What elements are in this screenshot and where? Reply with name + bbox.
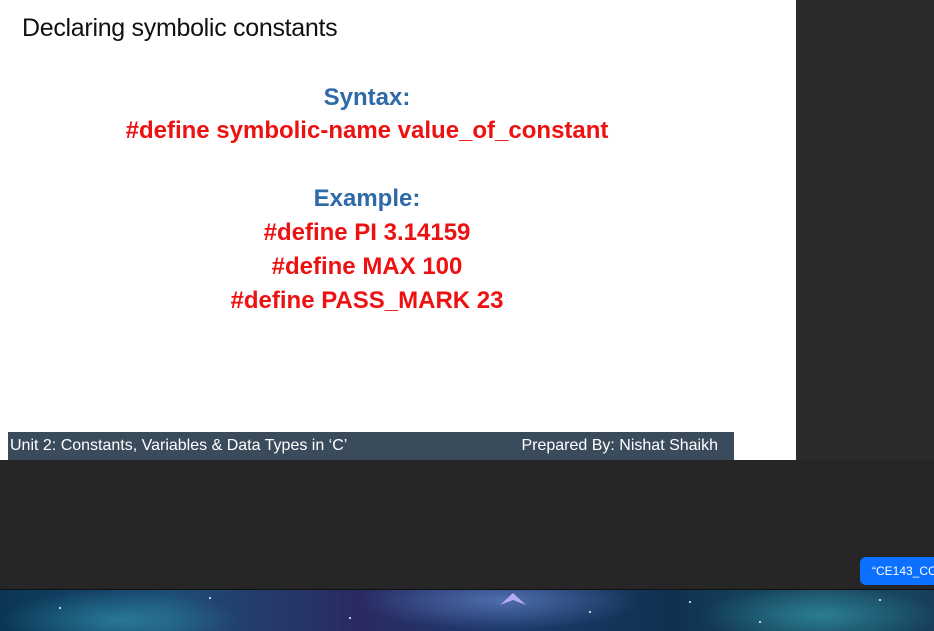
example-line-2: #define MAX 100 bbox=[271, 253, 463, 280]
example-line-1: #define PI 3.14159 bbox=[263, 219, 471, 246]
meeting-background bbox=[0, 460, 934, 590]
slide-footer: Unit 2: Constants, Variables & Data Type… bbox=[8, 432, 734, 460]
presentation-slide: Declaring symbolic constants Syntax: #de… bbox=[0, 0, 796, 460]
participant-name-chip[interactable]: “CE143_CCP bbox=[860, 557, 934, 585]
wallpaper-decoration bbox=[0, 590, 934, 631]
wallpaper-strip bbox=[0, 590, 934, 631]
screen: Declaring symbolic constants Syntax: #de… bbox=[0, 0, 934, 631]
example-line-3: #define PASS_MARK 23 bbox=[230, 287, 504, 314]
syntax-heading: Syntax: bbox=[323, 84, 411, 111]
side-panel bbox=[796, 0, 934, 460]
example-heading: Example: bbox=[313, 185, 421, 212]
syntax-line: #define symbolic-name value_of_constant bbox=[125, 117, 609, 144]
slide-title: Declaring symbolic constants bbox=[22, 14, 338, 42]
footer-unit-text: Unit 2: Constants, Variables & Data Type… bbox=[10, 437, 348, 454]
footer-author-text: Prepared By: Nishat Shaikh bbox=[521, 437, 718, 454]
